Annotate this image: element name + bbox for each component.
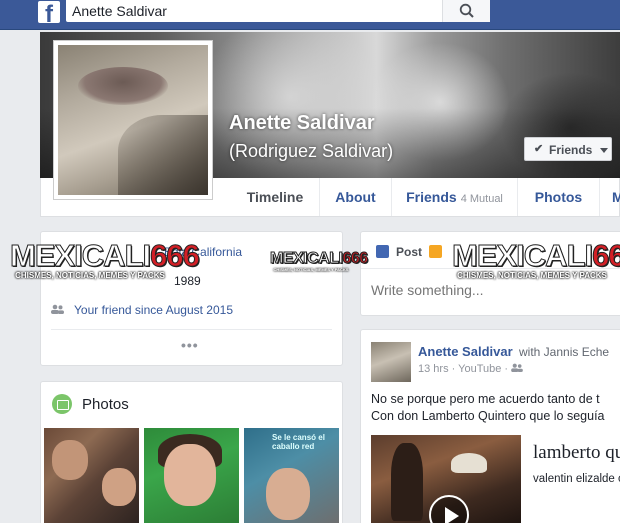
checkmark-icon: ✔ bbox=[534, 143, 544, 155]
facebook-logo-icon[interactable]: f bbox=[38, 1, 60, 23]
tab-more[interactable]: M bbox=[599, 178, 620, 216]
post-author[interactable]: Anette Saldivar bbox=[418, 344, 513, 359]
intro-year: 1989 bbox=[174, 274, 201, 288]
post-text: No se porque pero me acuerdo tanto de t … bbox=[371, 391, 620, 425]
tab-photos[interactable]: Photos bbox=[517, 178, 599, 216]
tab-friends[interactable]: Friends 4 Mutual bbox=[391, 178, 517, 216]
profile-alternate-name: (Rodriguez Saldivar) bbox=[229, 141, 394, 161]
photo-thumbnail[interactable]: Se le cansó el caballo red bbox=[244, 428, 339, 523]
intro-friend-since: Your friend since August 2015 bbox=[74, 303, 234, 317]
post-with-text: with Jannis Eche bbox=[519, 345, 610, 359]
divider bbox=[51, 329, 332, 330]
tab-timeline[interactable]: Timeline bbox=[231, 178, 319, 216]
post-meta: 13 hrs · YouTube · bbox=[418, 363, 524, 375]
watermark-logo: MEXICALI666 CHISMES, NOTICIAS, MEMES Y P… bbox=[451, 238, 620, 280]
profile-name[interactable]: Anette Saldivar bbox=[229, 112, 375, 135]
friends-button-label: Friends bbox=[549, 143, 593, 157]
search-icon bbox=[459, 3, 474, 18]
post-timestamp[interactable]: 13 hrs · YouTube · bbox=[418, 363, 511, 375]
link-subtitle: valentin elizalde c bbox=[533, 473, 620, 485]
timeline-post: Anette Saldivar with Jannis Eche 13 hrs … bbox=[360, 329, 620, 523]
friends-button[interactable]: ✔ Friends bbox=[524, 137, 612, 161]
link-title[interactable]: lamberto qu bbox=[533, 442, 620, 464]
mutual-count: 4 Mutual bbox=[460, 193, 503, 205]
photos-card: Photos Se le cansó el caballo red bbox=[40, 381, 343, 523]
profile-picture[interactable] bbox=[53, 40, 213, 200]
composer-input[interactable] bbox=[371, 282, 611, 298]
avatar[interactable] bbox=[371, 342, 411, 382]
search-input[interactable] bbox=[72, 2, 442, 20]
photos-icon bbox=[52, 394, 72, 414]
search-button[interactable] bbox=[442, 0, 490, 22]
photo-caption: Se le cansó el caballo red bbox=[272, 433, 325, 451]
more-options-icon[interactable]: ••• bbox=[181, 337, 199, 353]
friends-icon bbox=[51, 304, 64, 317]
play-icon[interactable] bbox=[429, 495, 469, 523]
chevron-down-icon bbox=[600, 148, 608, 153]
pencil-icon bbox=[376, 245, 389, 258]
friends-audience-icon bbox=[511, 363, 524, 372]
video-thumbnail[interactable] bbox=[371, 435, 521, 523]
post-text-line: No se porque pero me acuerdo tanto de t bbox=[371, 392, 600, 406]
photos-title[interactable]: Photos bbox=[82, 396, 129, 413]
tab-about[interactable]: About bbox=[319, 178, 391, 216]
search-box bbox=[66, 0, 490, 22]
photo-thumbnail[interactable] bbox=[144, 428, 239, 523]
watermark-logo: MEXICALI666 CHISMES, NOTICIAS, MEMES Y P… bbox=[9, 238, 200, 280]
watermark-logo: MEXICALI666 CHISMES, NOTICIAS, MEMES Y P… bbox=[269, 250, 368, 272]
post-text-line: Con don Lamberto Quintero que lo seguía bbox=[371, 409, 605, 423]
photo-thumbnail[interactable] bbox=[44, 428, 139, 523]
composer-post-tab[interactable]: Post bbox=[396, 245, 422, 259]
photo-video-icon[interactable] bbox=[429, 245, 442, 258]
top-navigation-bar: f bbox=[0, 0, 620, 30]
